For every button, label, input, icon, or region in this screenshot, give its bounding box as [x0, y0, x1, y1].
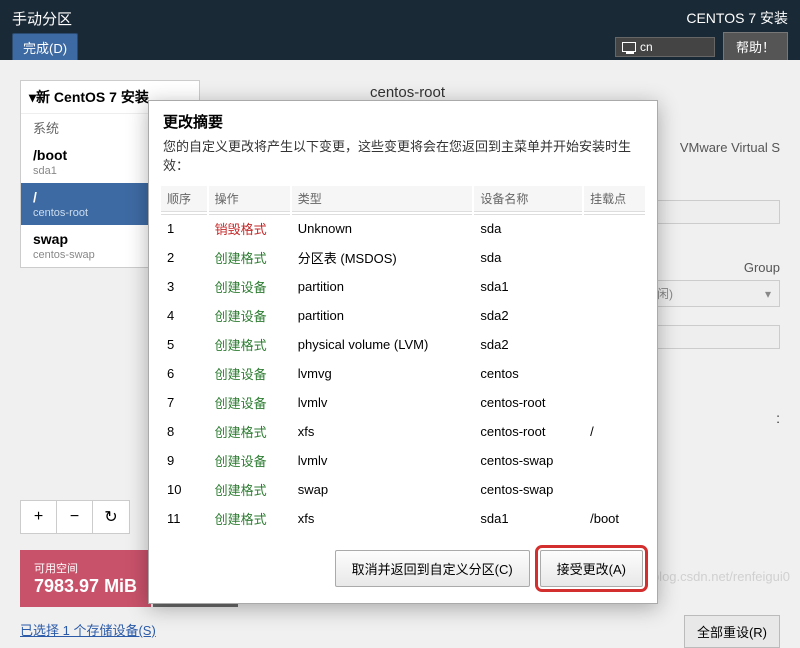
done-button[interactable]: 完成(D)	[12, 33, 78, 62]
col-type[interactable]: 类型	[292, 186, 473, 212]
table-row[interactable]: 3创建设备partitionsda1	[161, 273, 645, 300]
table-row[interactable]: 1销毁格式Unknownsda	[161, 214, 645, 242]
vg-label: Group	[744, 260, 780, 275]
chevron-down-icon: ▾	[765, 287, 771, 301]
topbar: 手动分区 完成(D) CENTOS 7 安装 cn 帮助！	[0, 0, 800, 60]
table-row[interactable]: 10创建格式swapcentos-swap	[161, 476, 645, 503]
storage-devices-link[interactable]: 已选择 1 个存储设备(S)	[20, 620, 156, 639]
table-row[interactable]: 5创建格式physical volume (LVM)sda2	[161, 331, 645, 358]
col-order[interactable]: 顺序	[161, 186, 207, 212]
device-label: VMware Virtual S	[680, 140, 780, 155]
table-row[interactable]: 4创建设备partitionsda2	[161, 302, 645, 329]
table-row[interactable]: 11创建格式xfssda1/boot	[161, 505, 645, 532]
col-operation[interactable]: 操作	[209, 186, 290, 212]
dialog-subtitle: 您的自定义更改将产生以下变更，这些变更将会在您返回到主菜单并开始安装时生效：	[149, 136, 657, 184]
table-row[interactable]: 6创建设备lvmvgcentos	[161, 360, 645, 387]
table-row[interactable]: 8创建格式xfscentos-root/	[161, 418, 645, 445]
col-device[interactable]: 设备名称	[474, 186, 582, 212]
col-mount[interactable]: 挂载点	[584, 186, 645, 212]
keyboard-icon	[622, 42, 636, 52]
label-colon: :	[776, 410, 780, 426]
dialog-title: 更改摘要	[149, 101, 657, 136]
remove-button[interactable]: −	[57, 501, 93, 533]
cancel-button[interactable]: 取消并返回到自定义分区(C)	[335, 550, 530, 587]
keyboard-indicator[interactable]: cn	[615, 37, 715, 57]
table-row[interactable]: 2创建格式分区表 (MSDOS)sda	[161, 244, 645, 271]
keyboard-layout: cn	[640, 40, 653, 54]
table-row[interactable]: 9创建设备lvmlvcentos-swap	[161, 447, 645, 474]
reset-all-button[interactable]: 全部重设(R)	[684, 615, 780, 648]
changes-summary-dialog: 更改摘要 您的自定义更改将产生以下变更，这些变更将会在您返回到主菜单并开始安装时…	[148, 100, 658, 604]
installer-title: CENTOS 7 安装	[686, 8, 788, 28]
page-title: 手动分区	[12, 8, 78, 29]
refresh-button[interactable]: ↻	[93, 501, 129, 533]
accept-changes-button[interactable]: 接受更改(A)	[540, 550, 643, 587]
changes-table: 顺序 操作 类型 设备名称 挂载点 1销毁格式Unknownsda2创建格式分区…	[159, 184, 647, 534]
add-button[interactable]: +	[21, 501, 57, 533]
partition-controls: + − ↻	[20, 500, 130, 534]
available-space: 可用空间 7983.97 MiB	[20, 550, 151, 607]
table-row[interactable]: 7创建设备lvmlvcentos-root	[161, 389, 645, 416]
help-button[interactable]: 帮助！	[723, 32, 788, 61]
